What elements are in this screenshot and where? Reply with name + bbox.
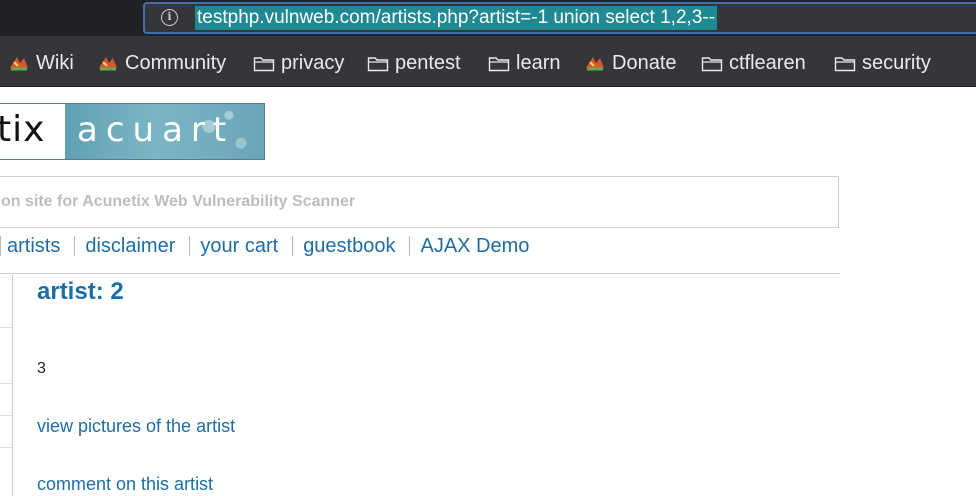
bookmark-learn[interactable]: learn [488,51,560,75]
tagline-box: on site for Acunetix Web Vulnerability S… [0,176,839,228]
comment-artist-link[interactable]: comment on this artist [37,474,213,495]
bookmark-label: Wiki [36,51,74,74]
address-bar-url[interactable]: testphp.vulnweb.com/artists.php?artist=-… [195,6,718,30]
site-favicon-icon [99,57,117,71]
site-favicon-icon [10,57,28,71]
site-favicon-icon [586,57,604,71]
bookmark-label: Community [125,51,227,74]
logo-right-text: acuart [77,110,235,150]
nav-separator [292,236,294,256]
nav-separator [189,236,191,256]
bookmark-privacy[interactable]: privacy [253,51,344,75]
nav-separator [74,236,76,256]
nav-link-ajax-demo[interactable]: AJAX Demo [420,235,529,258]
logo-left-text: tix [0,109,46,150]
folder-icon [253,56,275,71]
nav-link-artists[interactable]: artists [7,235,60,258]
bookmark-label: pentest [395,51,461,74]
bookmark-community[interactable]: Community [97,51,226,75]
info-icon[interactable]: i [161,9,178,26]
bookmark-ctflearen[interactable]: ctflearen [701,51,806,75]
nav-link-guestbook[interactable]: guestbook [303,235,395,258]
folder-icon [834,56,856,71]
folder-icon [488,56,510,71]
left-sidebar [0,275,13,496]
sidebar-rule [0,447,12,448]
view-pictures-link[interactable]: view pictures of the artist [37,416,235,437]
bookmark-wiki[interactable]: Wiki [8,51,74,75]
nav-link-disclaimer[interactable]: disclaimer [85,235,175,258]
nav-divider [0,273,840,274]
sidebar-rule [0,327,12,328]
site-nav: artists disclaimer your cart guestbook A… [0,232,529,260]
bookmark-donate[interactable]: Donate [584,51,677,75]
site-logo[interactable]: tix acuart [0,103,265,160]
bookmark-security[interactable]: security [834,51,931,75]
folder-icon [701,56,723,71]
nav-separator [409,236,411,256]
nav-separator [0,236,1,256]
bookmark-label: security [862,51,931,74]
folder-icon [367,56,389,71]
bookmark-pentest[interactable]: pentest [367,51,461,75]
artist-value: 3 [37,360,46,377]
bookmark-label: Donate [612,51,677,74]
browser-toolbar: i testphp.vulnweb.com/artists.php?artist… [0,0,976,36]
sidebar-rule [0,415,12,416]
bookmark-label: privacy [281,51,345,74]
logo-left-panel: tix [0,104,65,159]
nav-link-your-cart[interactable]: your cart [200,235,278,258]
artist-heading: artist: 2 [37,278,124,305]
site-tagline: on site for Acunetix Web Vulnerability S… [1,193,356,210]
bookmark-label: learn [516,51,561,74]
sidebar-rule [0,383,12,384]
address-bar[interactable]: i testphp.vulnweb.com/artists.php?artist… [143,2,976,34]
logo-right-panel: acuart [65,104,264,159]
bookmark-label: ctflearen [729,51,806,74]
bookmarks-bar: Wiki Community privacy pentest learn Don… [0,36,976,87]
